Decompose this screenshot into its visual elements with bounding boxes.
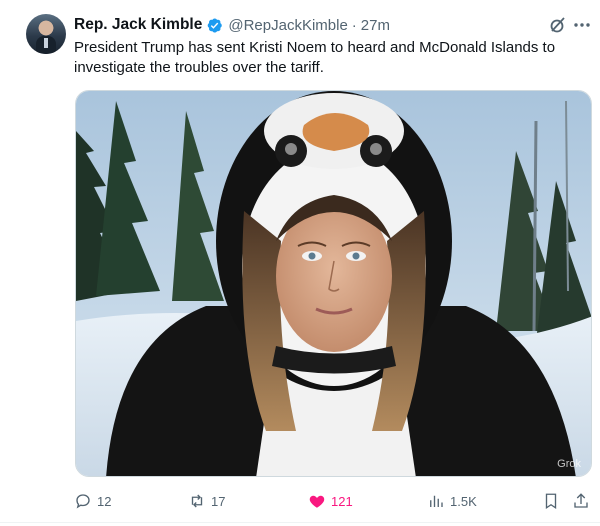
repost-button[interactable]: 17: [188, 490, 225, 512]
like-button[interactable]: 121: [308, 490, 353, 512]
post-text: President Trump has sent Kristi Noem to …: [74, 39, 556, 76]
tweet-divider: [0, 522, 600, 523]
views-icon: [430, 495, 443, 507]
share-button[interactable]: [572, 490, 590, 512]
verified-badge-icon[interactable]: [206, 17, 223, 34]
heart-icon: [309, 495, 325, 508]
like-count: 121: [331, 493, 353, 509]
avatar-tie: [44, 38, 48, 48]
bookmark-button[interactable]: [542, 490, 560, 512]
author-name[interactable]: Rep. Jack Kimble: [74, 16, 202, 34]
action-bar: 12 17 121 1.5K: [74, 490, 594, 512]
views-button[interactable]: 1.5K: [427, 490, 477, 512]
post-time[interactable]: 27m: [361, 17, 390, 34]
grok-icon[interactable]: [548, 15, 568, 35]
post-image[interactable]: Grok: [75, 90, 592, 477]
tweet-header: Rep. Jack Kimble @RepJackKimble · 27m: [74, 14, 390, 36]
views-count: 1.5K: [450, 493, 477, 509]
bookmark-icon: [545, 493, 557, 510]
header-separator: ·: [351, 16, 357, 34]
repost-icon: [191, 494, 203, 508]
tweet[interactable]: Rep. Jack Kimble @RepJackKimble · 27m Pr…: [0, 0, 600, 526]
repost-count: 17: [211, 493, 226, 509]
image-watermark: Grok: [557, 458, 581, 470]
reply-button[interactable]: 12: [74, 490, 111, 512]
share-icon: [574, 493, 588, 508]
penguin-costume-photo: [76, 91, 591, 476]
more-icon[interactable]: [572, 15, 592, 35]
author-handle[interactable]: @RepJackKimble: [228, 17, 347, 34]
avatar[interactable]: [26, 14, 66, 54]
reply-count: 12: [97, 493, 112, 509]
reply-icon: [76, 494, 90, 509]
